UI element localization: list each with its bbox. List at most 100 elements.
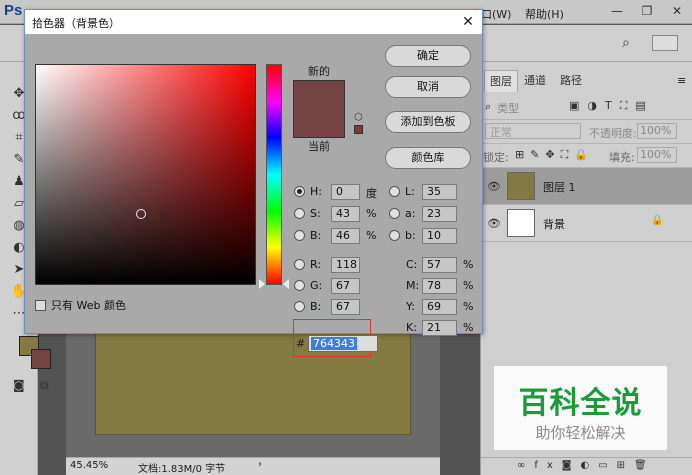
fill-field[interactable]: 100% [637, 147, 677, 163]
out-of-web-gamut-icon[interactable]: ⬡ [354, 112, 363, 123]
hue-radio[interactable] [294, 186, 305, 197]
current-color-swatch[interactable] [293, 109, 345, 138]
restore-button[interactable]: ❐ [632, 0, 662, 22]
yellow-unit: % [463, 300, 474, 313]
layer-thumbnail [507, 172, 535, 200]
workspace-switcher[interactable] [652, 35, 678, 51]
lock-icons[interactable]: ⊞✎✥⛶🔒 [515, 148, 594, 162]
hue-row: H: 0 度 [294, 184, 384, 200]
layer-row[interactable]: 👁 图层 1 [481, 168, 692, 205]
zoom-level[interactable]: 45.45% [70, 460, 108, 471]
watermark: 百科全说 助你轻松解决 [494, 366, 667, 450]
menu-help[interactable]: 帮助(H) [525, 6, 564, 22]
saturation-field[interactable]: 43 [331, 206, 360, 222]
ok-button[interactable]: 确定 [385, 45, 471, 67]
eye-icon[interactable]: 👁 [487, 217, 501, 230]
magenta-unit: % [463, 279, 474, 292]
yellow-label: Y: [406, 300, 415, 313]
color-field[interactable] [35, 64, 256, 285]
hue-unit: 度 [366, 187, 377, 200]
lightness-field[interactable]: 35 [422, 184, 457, 200]
layer-row[interactable]: 👁 背景 🔒 [481, 205, 692, 242]
hue-slider-handle-left[interactable] [259, 279, 265, 289]
blue-label: B: [310, 300, 322, 313]
brightness-field[interactable]: 46 [331, 228, 360, 244]
cyan-field[interactable]: 57 [422, 257, 457, 273]
blue-radio[interactable] [294, 301, 305, 312]
tab-paths[interactable]: 路径 [555, 70, 587, 92]
hue-field[interactable]: 0 [331, 184, 360, 200]
background-color-swatch[interactable] [31, 349, 51, 369]
brightness-unit: % [366, 229, 377, 242]
lightness-radio[interactable] [389, 186, 400, 197]
filter-search-icon: ⌕ [485, 100, 492, 113]
hue-slider-handle-right[interactable] [283, 279, 289, 289]
lab-b-row: b: 10 [389, 228, 469, 244]
web-colors-only-option[interactable]: 只有 Web 颜色 [35, 297, 126, 313]
color-picker-dialog: 拾色器（背景色） ✕ 只有 Web 颜色 新的 当前 ⬡ 确定 取消 添加到色板… [24, 9, 483, 357]
layer-name[interactable]: 图层 1 [543, 179, 576, 195]
screen-mode-icon[interactable]: ⧉ [40, 378, 49, 393]
panel-footer-icons[interactable]: ∞fx◙◐▭⊞🗑 [517, 460, 656, 471]
tab-channels[interactable]: 通道 [519, 70, 551, 92]
quick-mask-icon[interactable]: ◙ [13, 378, 25, 392]
saturation-radio[interactable] [294, 208, 305, 219]
layer-filter-row: ⌕ 类型 ▣◑T⛶▤ [481, 94, 692, 120]
lab-a-radio[interactable] [389, 208, 400, 219]
red-radio[interactable] [294, 259, 305, 270]
black-unit: % [463, 321, 474, 334]
hex-input[interactable]: 764343 [308, 335, 378, 352]
filter-icons[interactable]: ▣◑T⛶▤ [569, 99, 654, 113]
yellow-field[interactable]: 69 [422, 299, 457, 315]
hex-label: # [296, 337, 306, 350]
magenta-field[interactable]: 78 [422, 278, 457, 294]
magenta-label: M: [406, 279, 420, 292]
black-field[interactable]: 21 [422, 320, 457, 336]
minimize-button[interactable]: — [602, 0, 632, 22]
cyan-label: C: [406, 258, 418, 271]
green-field[interactable]: 67 [331, 278, 360, 294]
cancel-button[interactable]: 取消 [385, 76, 471, 98]
layer-name[interactable]: 背景 [543, 216, 565, 232]
lab-b-radio[interactable] [389, 230, 400, 241]
saturation-row: S: 43 % [294, 206, 384, 222]
filter-kind[interactable]: 类型 [497, 100, 519, 116]
lab-b-field[interactable]: 10 [422, 228, 457, 244]
eye-icon[interactable]: 👁 [487, 180, 501, 193]
tab-layers[interactable]: 图层 [484, 70, 518, 92]
new-color-label: 新的 [308, 65, 330, 78]
red-field[interactable]: 118 [331, 257, 360, 273]
close-icon[interactable]: ✕ [458, 12, 478, 32]
blue-row: B: 67 [294, 299, 384, 315]
blue-field[interactable]: 67 [331, 299, 360, 315]
window-controls: — ❐ ✕ [602, 0, 692, 22]
color-field-cursor[interactable] [136, 209, 146, 219]
dialog-title: 拾色器（背景色） [32, 17, 120, 30]
lab-a-field[interactable]: 23 [422, 206, 457, 222]
close-window-button[interactable]: ✕ [662, 0, 692, 22]
color-libraries-button[interactable]: 颜色库 [385, 147, 471, 169]
saturation-label: S: [310, 207, 321, 220]
status-bar: 45.45% 文档:1.83M/0 字节 › [66, 457, 440, 475]
red-label: R: [310, 258, 322, 271]
hue-label: H: [310, 185, 322, 198]
chevron-right-icon[interactable]: › [258, 459, 262, 470]
web-safe-swatch[interactable] [354, 125, 363, 134]
add-to-swatches-button[interactable]: 添加到色板 [385, 111, 471, 133]
brightness-radio[interactable] [294, 230, 305, 241]
green-radio[interactable] [294, 280, 305, 291]
saturation-unit: % [366, 207, 377, 220]
dialog-body: 只有 Web 颜色 新的 当前 ⬡ 确定 取消 添加到色板 颜色库 H: 0 度… [25, 34, 482, 357]
web-colors-checkbox[interactable] [35, 299, 46, 311]
lock-icon: 🔒 [651, 215, 664, 226]
lab-a-row: a: 23 [389, 206, 469, 222]
photoshop-logo: Ps [4, 2, 23, 19]
blend-mode-select[interactable]: 正常 [485, 123, 581, 139]
dialog-titlebar: 拾色器（背景色） ✕ [25, 10, 482, 34]
search-icon[interactable]: ⌕ [622, 35, 630, 51]
hue-slider[interactable] [266, 64, 282, 285]
magenta-row: M: 78 % [406, 278, 478, 294]
opacity-field[interactable]: 100% [637, 123, 677, 139]
panel-menu-icon[interactable]: ≡ [677, 74, 686, 87]
layer-thumbnail [507, 209, 535, 237]
